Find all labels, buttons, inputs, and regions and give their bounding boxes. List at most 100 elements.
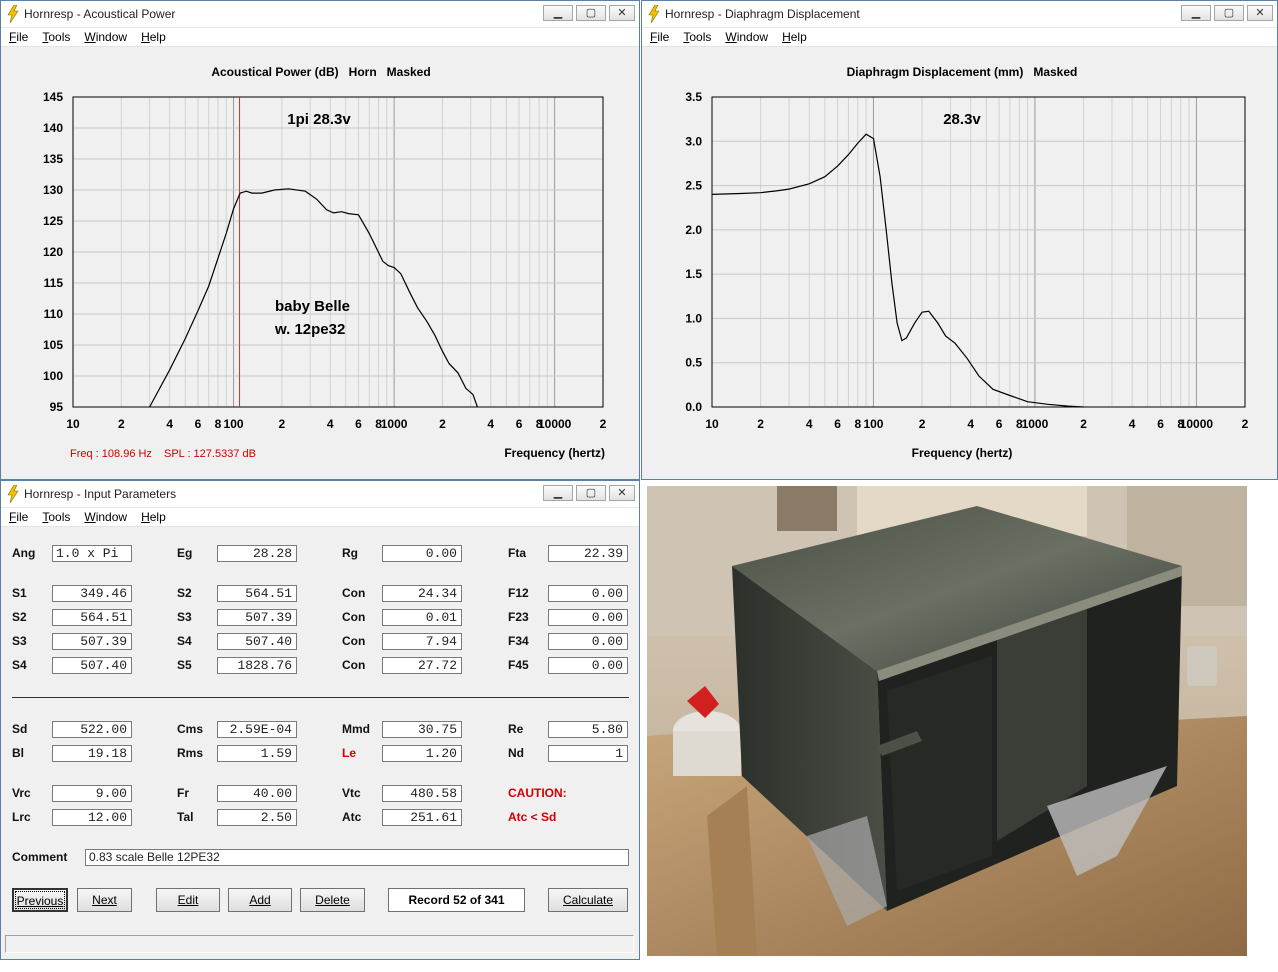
menu-help[interactable]: Help xyxy=(782,28,807,46)
maximize-button[interactable]: ▢ xyxy=(1214,5,1244,21)
chart-title: Acoustical Power (dB) Horn Masked xyxy=(211,65,430,79)
minimize-icon: ▁ xyxy=(1191,7,1201,19)
s2-field[interactable]: 564.51 xyxy=(52,609,132,626)
menu-file[interactable]: File xyxy=(650,28,669,46)
con3-field[interactable]: 7.94 xyxy=(382,633,462,650)
y-tick-label: 1.0 xyxy=(685,311,702,325)
acoustical-power-window: Hornresp - Acoustical Power ▁ ▢ ✕ File T… xyxy=(0,0,640,480)
status-bar xyxy=(5,935,634,953)
nd-field[interactable]: 1 xyxy=(548,745,628,762)
annotation-28v: 28.3v xyxy=(943,111,981,128)
mmd-field[interactable]: 30.75 xyxy=(382,721,462,738)
sd-field[interactable]: 522.00 xyxy=(52,721,132,738)
x-tick-label: 1000 xyxy=(1022,417,1049,431)
y-tick-label: 95 xyxy=(50,400,64,414)
menu-file[interactable]: File xyxy=(9,28,28,46)
x-tick-label: 6 xyxy=(355,417,362,431)
con4-field[interactable]: 27.72 xyxy=(382,657,462,674)
diaphragm-displacement-chart[interactable]: Diaphragm Displacement (mm) Masked 0.0 0.… xyxy=(642,46,1277,480)
f34-field[interactable]: 0.00 xyxy=(548,633,628,650)
acoustical-power-chart[interactable]: Acoustical Power (dB) Horn Masked 95 100 1… xyxy=(1,46,639,480)
label-s3: S3 xyxy=(12,634,27,648)
menu-tools[interactable]: Tools xyxy=(42,508,70,526)
delete-button[interactable]: Delete xyxy=(300,888,365,912)
window-title: Hornresp - Input Parameters xyxy=(24,487,177,501)
close-button[interactable]: ✕ xyxy=(609,485,635,501)
comment-field[interactable]: 0.83 scale Belle 12PE32 xyxy=(85,849,629,866)
s1-field[interactable]: 349.46 xyxy=(52,585,132,602)
minimize-icon: ▁ xyxy=(553,7,563,19)
menu-help[interactable]: Help xyxy=(141,28,166,46)
bl-field[interactable]: 19.18 xyxy=(52,745,132,762)
menu-file[interactable]: File xyxy=(9,508,28,526)
s3b-field[interactable]: 507.39 xyxy=(217,609,297,626)
title-bar[interactable]: Hornresp - Diaphragm Displacement ▁ ▢ ✕ xyxy=(642,1,1277,28)
y-tick-label: 135 xyxy=(43,152,63,166)
y-tick-label: 145 xyxy=(43,90,63,104)
maximize-button[interactable]: ▢ xyxy=(576,5,606,21)
chart-title: Diaphragm Displacement (mm) Masked xyxy=(847,65,1078,79)
vtc-field[interactable]: 480.58 xyxy=(382,785,462,802)
title-bar[interactable]: Hornresp - Acoustical Power ▁ ▢ ✕ xyxy=(1,1,639,28)
s2b-field[interactable]: 564.51 xyxy=(217,585,297,602)
rg-field[interactable]: 0.00 xyxy=(382,545,462,562)
s3-field[interactable]: 507.39 xyxy=(52,633,132,650)
le-field[interactable]: 1.20 xyxy=(382,745,462,762)
close-button[interactable]: ✕ xyxy=(1247,5,1273,21)
label-s4b: S4 xyxy=(177,634,192,648)
menu-window[interactable]: Window xyxy=(725,28,768,46)
x-tick-label: 4 xyxy=(806,417,813,431)
atc-field[interactable]: 251.61 xyxy=(382,809,462,826)
close-button[interactable]: ✕ xyxy=(609,5,635,21)
eg-field[interactable]: 28.28 xyxy=(217,545,297,562)
caution-text: CAUTION: xyxy=(508,786,567,800)
edit-button[interactable]: Edit xyxy=(156,888,220,912)
f12-field[interactable]: 0.00 xyxy=(548,585,628,602)
y-tick-label: 110 xyxy=(44,307,64,321)
fr-field[interactable]: 40.00 xyxy=(217,785,297,802)
label-s5: S5 xyxy=(177,658,192,672)
s4-field[interactable]: 507.40 xyxy=(52,657,132,674)
record-indicator: Record 52 of 341 xyxy=(388,888,525,912)
minimize-button[interactable]: ▁ xyxy=(543,5,573,21)
label-nd: Nd xyxy=(508,746,524,760)
menu-bar: File Tools Window Help xyxy=(1,28,639,47)
y-tick-label: 0.0 xyxy=(685,400,702,414)
f45-field[interactable]: 0.00 xyxy=(548,657,628,674)
add-button[interactable]: Add xyxy=(228,888,292,912)
menu-help[interactable]: Help xyxy=(141,508,166,526)
rms-field[interactable]: 1.59 xyxy=(217,745,297,762)
label-f34: F34 xyxy=(508,634,529,648)
label-vtc: Vtc xyxy=(342,786,361,800)
maximize-icon: ▢ xyxy=(585,487,597,499)
annotation-baby-belle: baby Belle xyxy=(275,298,350,315)
maximize-button[interactable]: ▢ xyxy=(576,485,606,501)
f23-field[interactable]: 0.00 xyxy=(548,609,628,626)
con1-field[interactable]: 24.34 xyxy=(382,585,462,602)
menu-window[interactable]: Window xyxy=(84,508,127,526)
tal-field[interactable]: 2.50 xyxy=(217,809,297,826)
label-s3b: S3 xyxy=(177,610,192,624)
title-bar[interactable]: Hornresp - Input Parameters ▁ ▢ ✕ xyxy=(1,481,639,508)
menu-tools[interactable]: Tools xyxy=(683,28,711,46)
previous-button[interactable]: Previous xyxy=(12,888,68,912)
cms-field[interactable]: 2.59E-04 xyxy=(217,721,297,738)
ang-field[interactable]: 1.0 x Pi xyxy=(52,545,132,562)
con2-field[interactable]: 0.01 xyxy=(382,609,462,626)
y-tick-label: 100 xyxy=(43,369,63,383)
menu-window[interactable]: Window xyxy=(84,28,127,46)
next-button[interactable]: Next xyxy=(77,888,132,912)
re-field[interactable]: 5.80 xyxy=(548,721,628,738)
minimize-button[interactable]: ▁ xyxy=(543,485,573,501)
vrc-field[interactable]: 9.00 xyxy=(52,785,132,802)
annotation-1pi: 1pi 28.3v xyxy=(287,111,351,128)
x-tick-label: 6 xyxy=(516,417,523,431)
section-divider xyxy=(12,697,629,698)
menu-tools[interactable]: Tools xyxy=(42,28,70,46)
calculate-button[interactable]: Calculate xyxy=(548,888,628,912)
s5-field[interactable]: 1828.76 xyxy=(217,657,297,674)
fta-field[interactable]: 22.39 xyxy=(548,545,628,562)
lrc-field[interactable]: 12.00 xyxy=(52,809,132,826)
s4b-field[interactable]: 507.40 xyxy=(217,633,297,650)
minimize-button[interactable]: ▁ xyxy=(1181,5,1211,21)
